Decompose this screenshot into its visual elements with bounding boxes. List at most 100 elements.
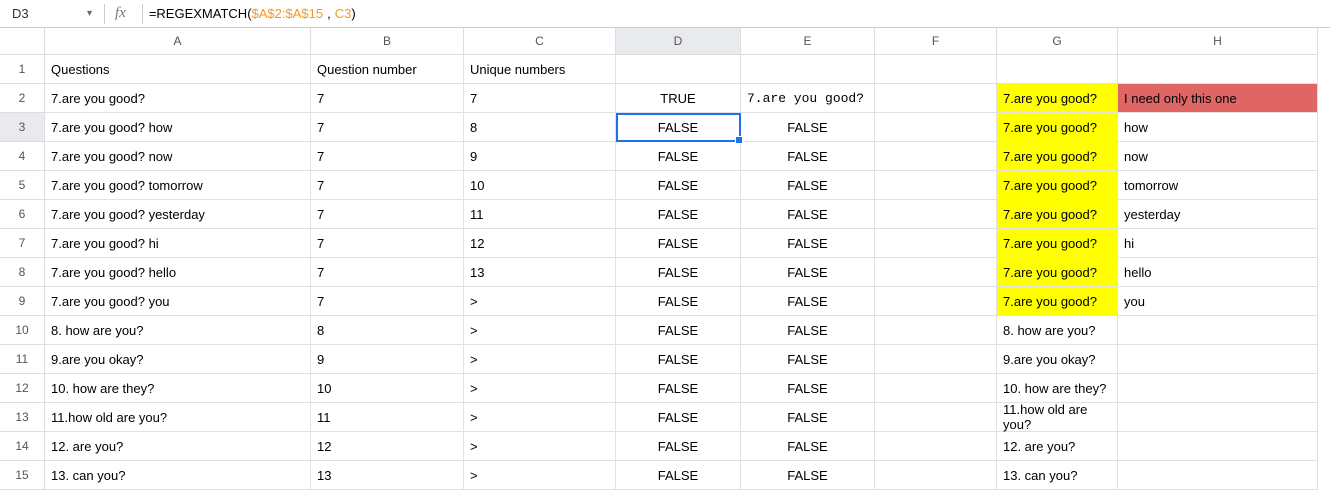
cell-C11[interactable]: > [464,345,616,374]
cell-G12[interactable]: 10. how are they? [997,374,1118,403]
cell-E9[interactable]: FALSE [741,287,875,316]
cell-H5[interactable]: tomorrow [1118,171,1318,200]
cell-H9[interactable]: you [1118,287,1318,316]
dropdown-icon[interactable]: ▾ [87,8,92,19]
cell-E1[interactable] [741,55,875,84]
cell-H12[interactable] [1118,374,1318,403]
cell-H10[interactable] [1118,316,1318,345]
cell-G3[interactable]: 7.are you good? [997,113,1118,142]
cell-F11[interactable] [875,345,997,374]
cell-G11[interactable]: 9.are you okay? [997,345,1118,374]
cell-H8[interactable]: hello [1118,258,1318,287]
cell-F5[interactable] [875,171,997,200]
cell-D5[interactable]: FALSE [616,171,741,200]
cell-F6[interactable] [875,200,997,229]
row-header-3[interactable]: 3 [0,113,45,142]
cell-D8[interactable]: FALSE [616,258,741,287]
cell-G13[interactable]: 11.how old are you? [997,403,1118,432]
cell-H7[interactable]: hi [1118,229,1318,258]
cell-F4[interactable] [875,142,997,171]
cell-E7[interactable]: FALSE [741,229,875,258]
cell-E14[interactable]: FALSE [741,432,875,461]
cell-D1[interactable] [616,55,741,84]
cell-D11[interactable]: FALSE [616,345,741,374]
cell-C6[interactable]: 11 [464,200,616,229]
row-header-14[interactable]: 14 [0,432,45,461]
cell-G7[interactable]: 7.are you good? [997,229,1118,258]
formula-input[interactable]: =REGEXMATCH($A$2:$A$15,C3) [149,6,356,21]
cell-B1[interactable]: Question number [311,55,464,84]
cell-A13[interactable]: 11.how old are you? [45,403,311,432]
cell-A3[interactable]: 7.are you good? how [45,113,311,142]
cell-B10[interactable]: 8 [311,316,464,345]
cell-C14[interactable]: > [464,432,616,461]
col-header-D[interactable]: D [616,28,741,55]
col-header-A[interactable]: A [45,28,311,55]
row-header-4[interactable]: 4 [0,142,45,171]
cell-B13[interactable]: 11 [311,403,464,432]
cell-A10[interactable]: 8. how are you? [45,316,311,345]
spreadsheet-grid[interactable]: ABCDEFGH1QuestionsQuestion numberUnique … [0,28,1330,490]
cell-F10[interactable] [875,316,997,345]
cell-F12[interactable] [875,374,997,403]
cell-H15[interactable] [1118,461,1318,490]
row-header-6[interactable]: 6 [0,200,45,229]
cell-B4[interactable]: 7 [311,142,464,171]
cell-F3[interactable] [875,113,997,142]
cell-A4[interactable]: 7.are you good? now [45,142,311,171]
cell-A1[interactable]: Questions [45,55,311,84]
row-header-7[interactable]: 7 [0,229,45,258]
cell-C15[interactable]: > [464,461,616,490]
row-header-15[interactable]: 15 [0,461,45,490]
select-all-corner[interactable] [0,28,45,55]
cell-H13[interactable] [1118,403,1318,432]
col-header-B[interactable]: B [311,28,464,55]
cell-D3[interactable]: FALSE [616,113,741,142]
cell-D13[interactable]: FALSE [616,403,741,432]
cell-B6[interactable]: 7 [311,200,464,229]
row-header-1[interactable]: 1 [0,55,45,84]
name-box[interactable]: D3 ▾ [6,6,98,21]
col-header-F[interactable]: F [875,28,997,55]
cell-D4[interactable]: FALSE [616,142,741,171]
cell-B9[interactable]: 7 [311,287,464,316]
cell-F13[interactable] [875,403,997,432]
cell-A7[interactable]: 7.are you good? hi [45,229,311,258]
cell-B5[interactable]: 7 [311,171,464,200]
cell-G2[interactable]: 7.are you good? [997,84,1118,113]
cell-D12[interactable]: FALSE [616,374,741,403]
cell-C1[interactable]: Unique numbers [464,55,616,84]
cell-A8[interactable]: 7.are you good? hello [45,258,311,287]
cell-G15[interactable]: 13. can you? [997,461,1118,490]
cell-F14[interactable] [875,432,997,461]
row-header-9[interactable]: 9 [0,287,45,316]
cell-E4[interactable]: FALSE [741,142,875,171]
cell-G5[interactable]: 7.are you good? [997,171,1118,200]
cell-C7[interactable]: 12 [464,229,616,258]
col-header-C[interactable]: C [464,28,616,55]
cell-H3[interactable]: how [1118,113,1318,142]
cell-H14[interactable] [1118,432,1318,461]
cell-H2[interactable]: I need only this one [1118,84,1318,113]
cell-D7[interactable]: FALSE [616,229,741,258]
cell-E15[interactable]: FALSE [741,461,875,490]
cell-E10[interactable]: FALSE [741,316,875,345]
cell-C3[interactable]: 8 [464,113,616,142]
cell-B11[interactable]: 9 [311,345,464,374]
cell-F7[interactable] [875,229,997,258]
cell-C12[interactable]: > [464,374,616,403]
cell-F8[interactable] [875,258,997,287]
cell-F15[interactable] [875,461,997,490]
cell-F9[interactable] [875,287,997,316]
row-header-10[interactable]: 10 [0,316,45,345]
cell-F2[interactable] [875,84,997,113]
cell-C13[interactable]: > [464,403,616,432]
cell-A5[interactable]: 7.are you good? tomorrow [45,171,311,200]
cell-A11[interactable]: 9.are you okay? [45,345,311,374]
cell-G14[interactable]: 12. are you? [997,432,1118,461]
cell-C2[interactable]: 7 [464,84,616,113]
cell-A14[interactable]: 12. are you? [45,432,311,461]
cell-C5[interactable]: 10 [464,171,616,200]
cell-E6[interactable]: FALSE [741,200,875,229]
cell-A15[interactable]: 13. can you? [45,461,311,490]
